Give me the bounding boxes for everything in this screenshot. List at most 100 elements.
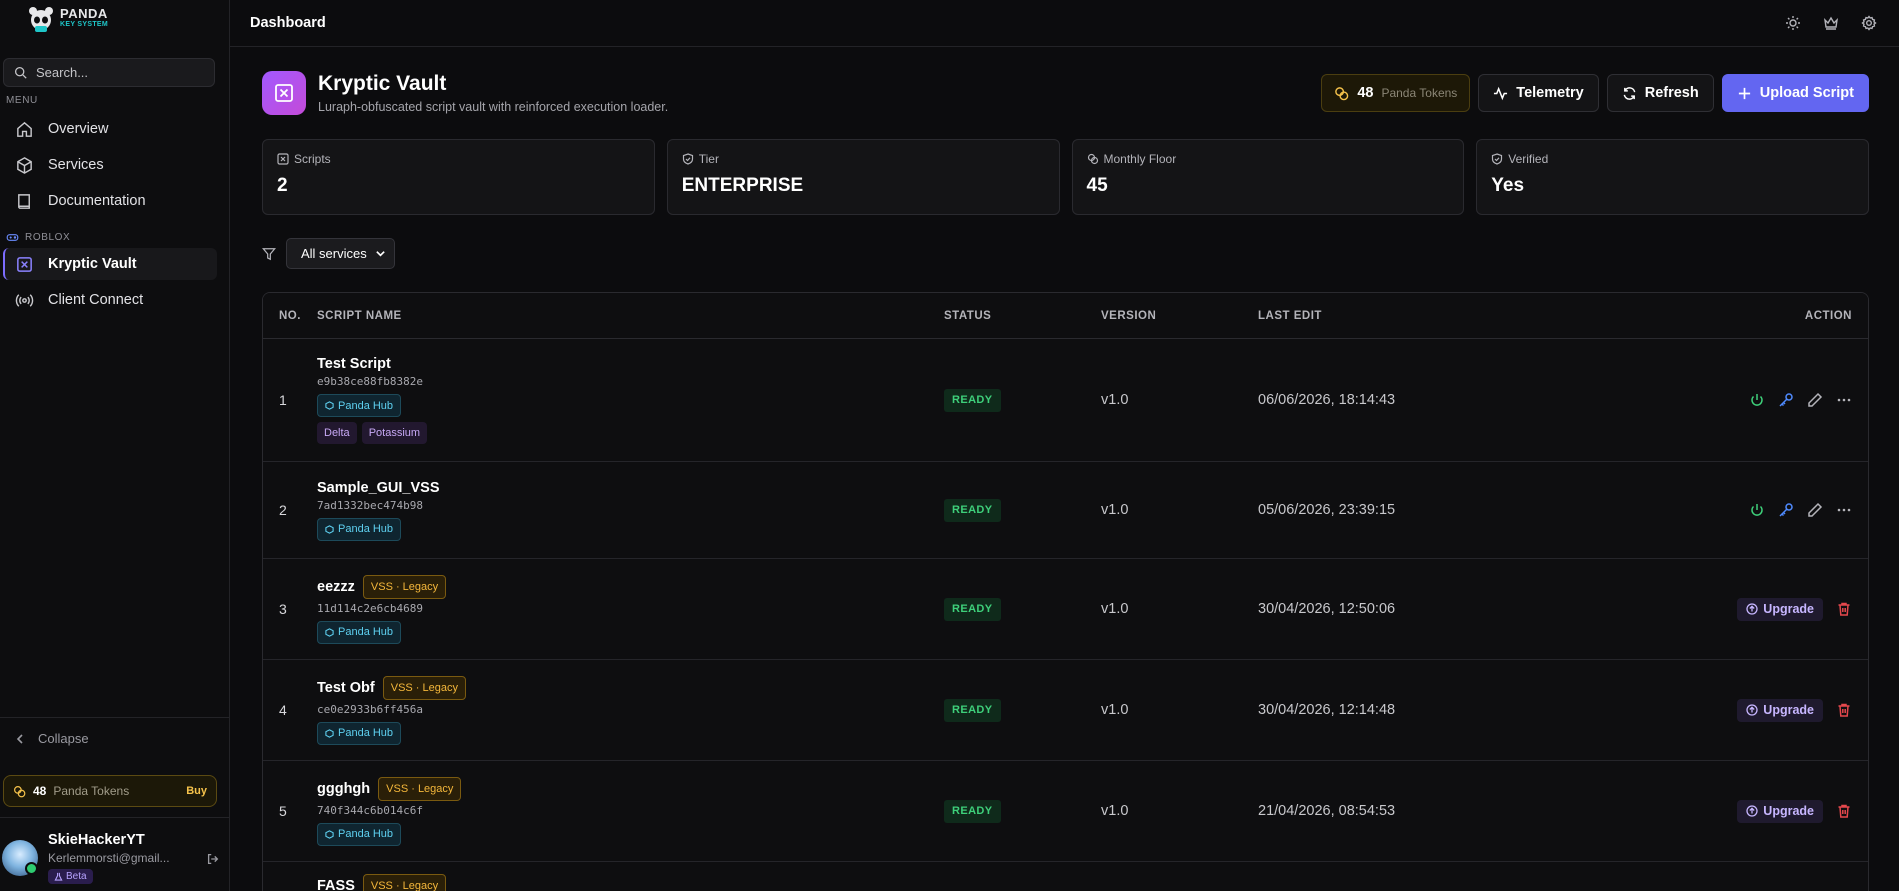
more-icon[interactable] [1836,502,1852,518]
chevron-down-icon [375,251,385,257]
sidebar-item-client-connect[interactable]: Client Connect [3,284,217,316]
script-hash: ce0e2933b6ff456a [317,702,423,716]
refresh-button[interactable]: Refresh [1606,74,1714,112]
script-name: Test Script [317,356,391,372]
home-icon [17,121,32,137]
last-edit: 05/06/2026, 23:39:15 [1258,502,1396,518]
arrow-up-circle-icon [1746,704,1758,716]
sidebar-tokens: 48 Panda Tokens Buy [3,775,217,807]
user-profile[interactable]: SkieHackerYT Kerlemmorsti@gmail... Beta [2,832,224,886]
key-icon[interactable] [1778,502,1794,518]
sidebar-item-services[interactable]: Services [3,149,217,181]
more-icon[interactable] [1836,392,1852,408]
power-icon[interactable] [1749,502,1765,518]
status-badge: READY [944,498,1001,522]
gamepad-icon [6,234,19,241]
plus-icon [1738,87,1750,99]
search-placeholder: Search... [36,65,89,80]
hub-tag: Panda Hub [317,394,402,417]
upgrade-button[interactable]: Upgrade [1737,597,1823,621]
status-badge: READY [944,597,1001,621]
script-name: Sample_GUI_VSS [317,479,440,496]
stat-card-scripts: Scripts 2 [262,139,655,215]
power-icon[interactable] [1749,392,1765,408]
service-filter-select[interactable]: All services [286,238,395,269]
sun-icon[interactable] [1785,15,1801,31]
topbar: Dashboard [230,0,1899,47]
upgrade-button[interactable]: Upgrade [1737,698,1823,722]
collapse-button[interactable]: Collapse [14,731,89,746]
script-name: ggghgh [317,780,371,797]
arrow-up-circle-icon [1746,805,1758,817]
sidebar-item-label: Documentation [48,193,146,209]
panda-logo-icon [29,7,53,32]
table-row[interactable]: 5 ggghgh VSS · Legacy 740f344c6b014c6f Pa… [263,761,1868,862]
crown-icon[interactable] [1823,15,1839,31]
page-header: Kryptic Vault Luraph-obfuscated script v… [262,71,1869,115]
flask-icon [54,872,63,881]
table-row[interactable]: 4 Test Obf VSS · Legacy ce0e2933b6ff456a … [263,660,1868,761]
hub-tag: Panda Hub [317,822,402,846]
table-row[interactable]: FASS VSS · Legacy [263,862,1868,891]
table-row[interactable]: 2 Sample_GUI_VSS 7ad1332bec474b98 Panda … [263,462,1868,559]
coins-icon [14,785,26,797]
page-title: Dashboard [250,15,326,31]
logo-line2: KEY SYSTEM [60,21,108,28]
sidebar-item-label: Overview [48,121,109,137]
last-edit: 30/04/2026, 12:50:06 [1258,601,1396,617]
upgrade-button[interactable]: Upgrade [1737,799,1823,823]
logout-icon[interactable] [206,852,220,866]
version: v1.0 [1101,803,1129,819]
trash-icon[interactable] [1836,702,1852,718]
search-input[interactable]: Search... [3,58,215,87]
sidebar-item-kryptic-vault[interactable]: Kryptic Vault [3,248,217,280]
scripts-table: NO. SCRIPT NAME STATUS VERSION LAST EDIT… [262,292,1869,891]
hub-tag: Panda Hub [317,721,402,745]
stat-card-tier: Tier ENTERPRISE [666,139,1060,215]
sidebar-item-overview[interactable]: Overview [3,113,217,145]
logo[interactable]: PANDA KEY SYSTEM [0,0,229,38]
telemetry-button[interactable]: Telemetry [1478,74,1599,112]
buy-tokens-button[interactable]: Buy [186,785,207,797]
sidebar: PANDA KEY SYSTEM Search... MENU Overview… [0,0,230,891]
script-name: eezzz [317,578,355,595]
legacy-tag: VSS · Legacy [362,574,447,599]
last-edit: 06/06/2026, 18:14:43 [1258,392,1396,408]
gear-icon[interactable] [1861,15,1877,31]
cube-icon [325,728,334,738]
trash-icon[interactable] [1836,601,1852,617]
tokens-count: 48 [33,784,47,798]
coins-icon [1087,153,1098,165]
key-icon[interactable] [1778,392,1794,408]
stat-value: ENTERPRISE [681,175,804,196]
last-edit: 21/04/2026, 08:54:53 [1258,803,1396,819]
sidebar-item-label: Client Connect [48,292,144,308]
stat-value: Yes [1491,175,1525,196]
chevron-left-icon [16,733,23,744]
edit-icon[interactable] [1807,392,1823,408]
book-icon [18,193,30,209]
vault-subtitle: Luraph-obfuscated script vault with rein… [318,100,669,114]
cube-icon [325,627,334,637]
roblox-section-label: ROBLOX [6,231,229,244]
table-row[interactable]: 3 eezzz VSS · Legacy 11d114c2e6cb4689 Pan… [263,559,1868,660]
status-badge: READY [944,388,1001,412]
main-content: Dashboard Kryptic Vault Luraph-obfuscate… [230,0,1899,891]
table-row[interactable]: 1 Test Script e9b38ce88fb8382e Panda Hub… [263,339,1868,462]
col-action: ACTION [1804,309,1852,322]
edit-icon[interactable] [1807,502,1823,518]
script-name: Test Obf [317,679,375,696]
executor-tag: Potassium [361,422,428,444]
cube-icon [325,829,334,839]
stats-row: Scripts 2 Tier ENTERPRISE Monthly Floor … [262,139,1869,215]
legacy-tag: VSS · Legacy [378,776,462,801]
logo-text: PANDA KEY SYSTEM [60,7,108,30]
avatar[interactable] [2,840,38,876]
sidebar-item-documentation[interactable]: Documentation [3,185,217,217]
trash-icon[interactable] [1836,803,1852,819]
sidebar-item-label: Kryptic Vault [48,256,137,272]
stat-card-verified: Verified Yes [1476,139,1869,215]
upload-script-button[interactable]: Upload Script [1721,74,1869,112]
version: v1.0 [1101,502,1129,518]
legacy-tag: VSS · Legacy [382,675,466,700]
